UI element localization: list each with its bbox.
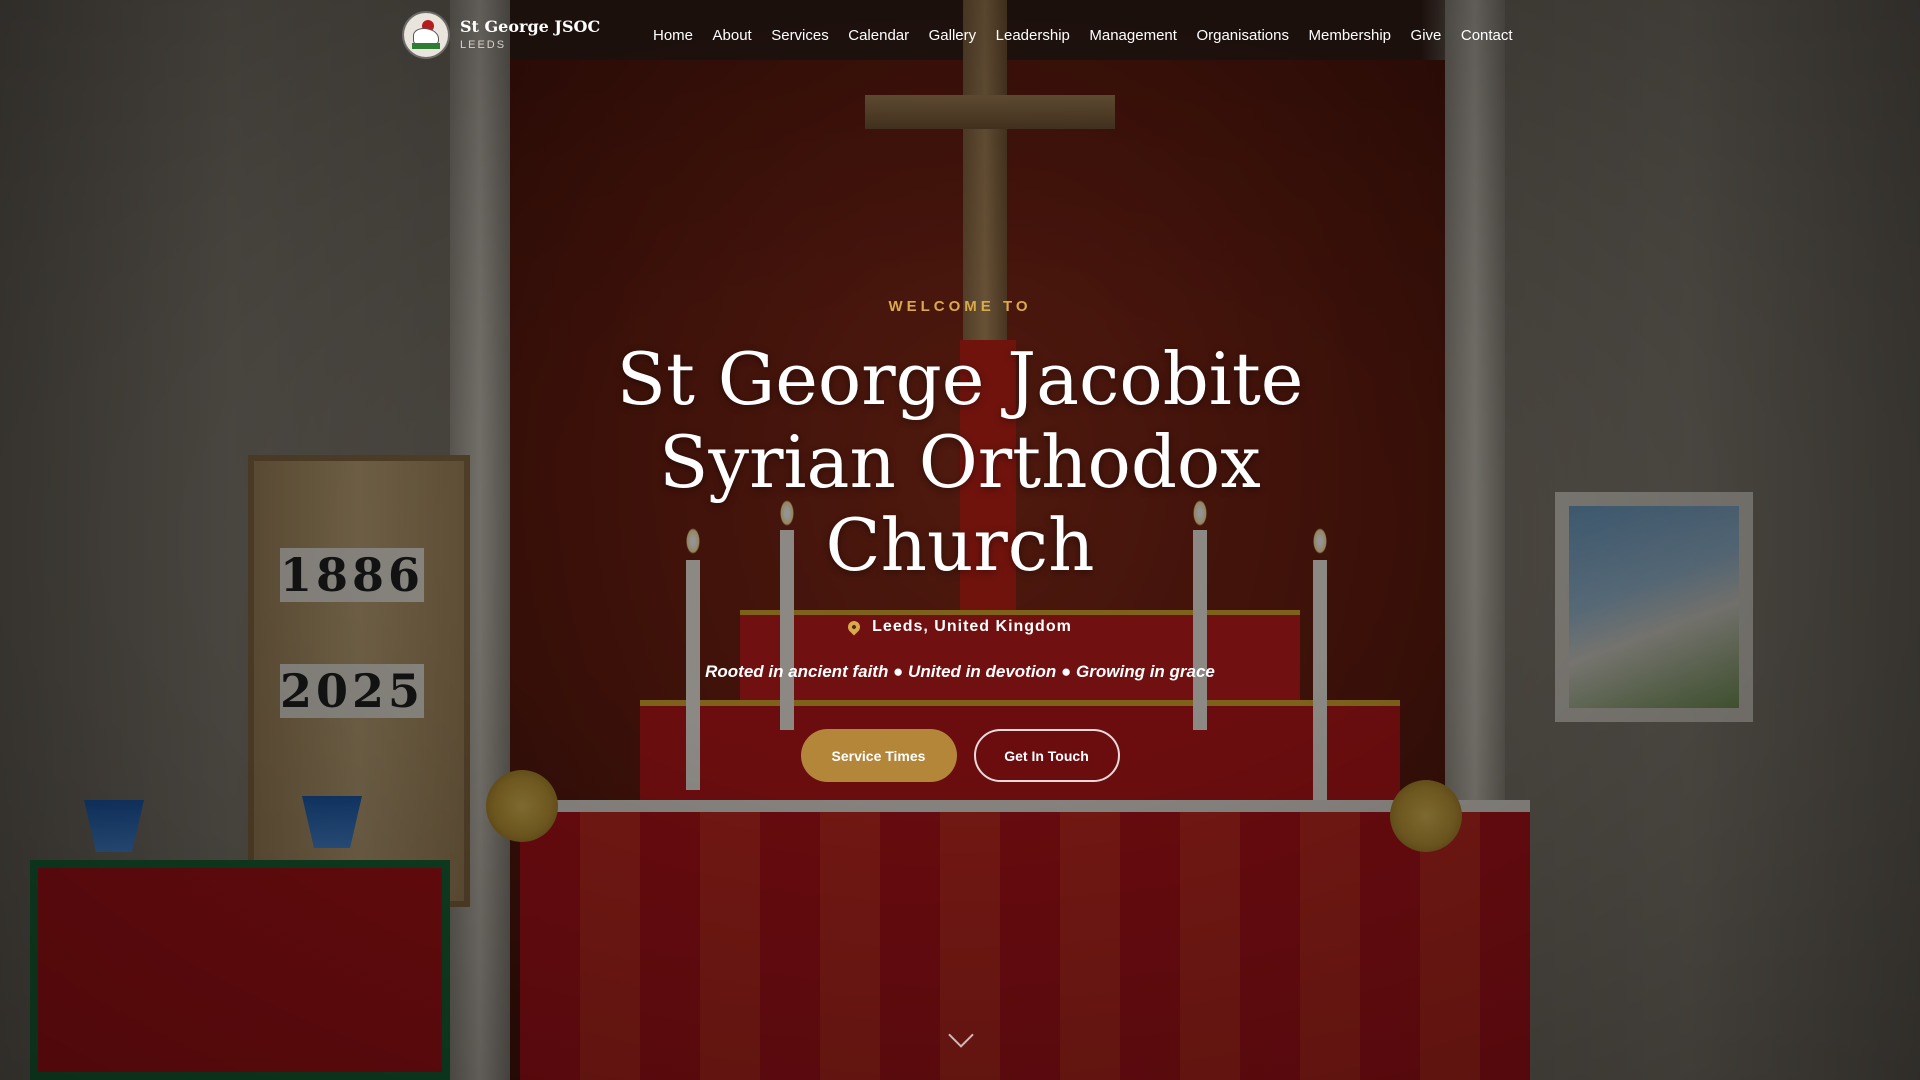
get-in-touch-button[interactable]: Get In Touch (973, 729, 1120, 782)
hero-kicker: WELCOME TO (888, 298, 1032, 315)
hero-tagline: Rooted in ancient faith ● United in devo… (705, 662, 1215, 681)
hero-location: Leeds, United Kingdom (0, 618, 1920, 636)
chevron-down-icon[interactable] (948, 1022, 974, 1048)
hero-section: WELCOME TO St George Jacobite Syrian Ort… (0, 0, 1920, 1080)
hero-buttons: Service Times Get In Touch (0, 729, 1920, 782)
service-times-button[interactable]: Service Times (800, 729, 957, 782)
hero-title: St George Jacobite Syrian Orthodox Churc… (616, 337, 1304, 587)
map-pin-icon (845, 618, 863, 636)
location-text: Leeds, United Kingdom (872, 618, 1072, 635)
